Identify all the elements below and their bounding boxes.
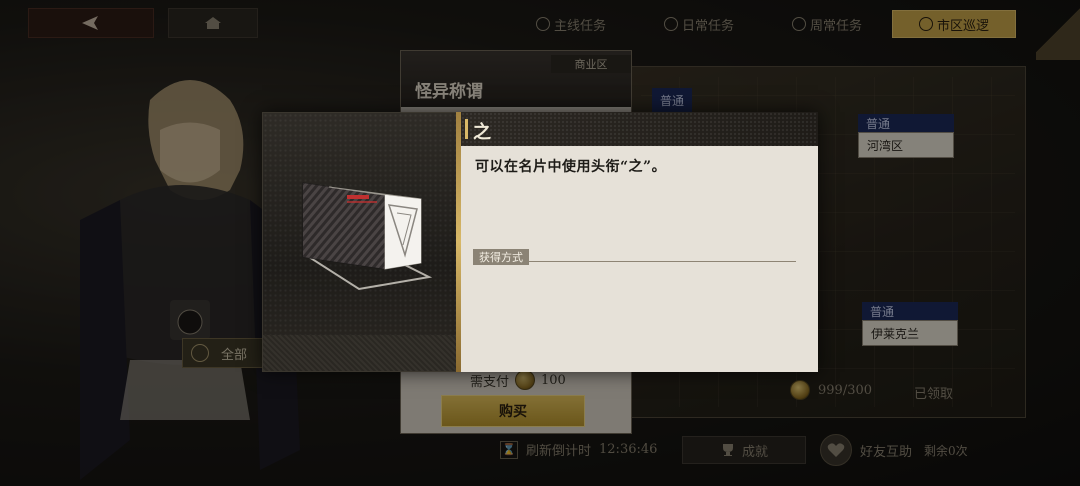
title-accent [465, 119, 468, 139]
item-title: 之 [473, 122, 491, 143]
obtain-section: 获得方式 [473, 246, 796, 265]
title-card-item-icon [302, 182, 433, 291]
obtain-label: 获得方式 [473, 249, 529, 265]
item-title-bar: 之 [461, 112, 818, 146]
item-description: 可以在名片中使用头衔“之”。 [475, 159, 667, 175]
item-detail-modal: 之 可以在名片中使用头衔“之”。 获得方式 [262, 112, 818, 372]
item-preview-panel [262, 112, 460, 372]
item-info-panel: 之 可以在名片中使用头衔“之”。 获得方式 [461, 112, 818, 372]
